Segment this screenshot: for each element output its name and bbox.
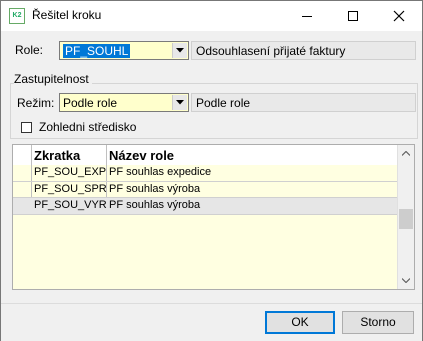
cell-nazev: PF souhlas expedice: [109, 166, 212, 178]
cell-zkratka: PF_SOU_VYR: [34, 199, 107, 211]
rezim-value: Podle role: [63, 96, 118, 110]
table-row-selected[interactable]: PF_SOU_VYR PF souhlas výroba: [13, 198, 398, 214]
cancel-button[interactable]: Storno: [342, 311, 414, 334]
close-icon: [393, 10, 405, 22]
minimize-icon: [302, 16, 312, 17]
grid-scrollbar[interactable]: [397, 145, 414, 289]
stredisko-label[interactable]: Zohledni středisko: [39, 120, 136, 134]
dialog-window: K2 Řešitel kroku Role: PF_SOUHL Odsouhla…: [0, 0, 423, 341]
roles-grid[interactable]: Zkratka Název role PF_SOU_EXP PF souhlas…: [12, 144, 415, 290]
scroll-up-icon[interactable]: [402, 151, 410, 156]
scroll-down-icon[interactable]: [402, 278, 410, 283]
maximize-button[interactable]: [330, 1, 376, 31]
role-description: Odsouhlasení přijaté faktury: [191, 41, 416, 60]
cell-nazev: PF souhlas výroba: [109, 199, 201, 211]
chevron-down-icon: [176, 100, 184, 105]
role-combo[interactable]: PF_SOUHL: [59, 41, 189, 60]
title-bar[interactable]: K2 Řešitel kroku: [1, 1, 422, 31]
app-icon: K2: [9, 8, 25, 24]
minimize-button[interactable]: [284, 1, 330, 31]
grid-header: Zkratka Název role: [13, 145, 398, 165]
stredisko-checkbox[interactable]: [21, 122, 32, 133]
cell-zkratka: PF_SOU_EXP: [34, 166, 107, 178]
rezim-description-text: Podle role: [196, 96, 251, 110]
column-header-zkratka[interactable]: Zkratka: [34, 148, 80, 163]
cell-zkratka: PF_SOU_SPR: [34, 183, 107, 195]
button-bar: OK Storno: [1, 303, 422, 341]
rezim-combo[interactable]: Podle role: [59, 93, 189, 112]
window-title: Řešitel kroku: [32, 8, 102, 22]
cell-nazev: PF souhlas výroba: [109, 183, 201, 195]
table-row[interactable]: PF_SOU_EXP PF souhlas expedice: [13, 165, 398, 181]
role-value: PF_SOUHL: [63, 44, 131, 58]
role-dropdown-button[interactable]: [172, 43, 187, 58]
column-header-nazev[interactable]: Název role: [109, 148, 174, 163]
close-button[interactable]: [376, 1, 422, 31]
chevron-down-icon: [176, 48, 184, 53]
row-divider: [13, 214, 398, 215]
maximize-icon: [348, 11, 358, 21]
rezim-label: Režim:: [17, 96, 55, 110]
rezim-dropdown-button[interactable]: [172, 95, 187, 110]
rezim-description: Podle role: [191, 93, 416, 112]
table-row[interactable]: PF_SOU_SPR PF souhlas výroba: [13, 182, 398, 198]
role-label: Role:: [15, 43, 44, 57]
zastupitelnost-label: Zastupitelnost: [14, 72, 92, 86]
ok-button[interactable]: OK: [265, 311, 335, 334]
role-description-text: Odsouhlasení přijaté faktury: [196, 44, 346, 58]
scrollbar-thumb[interactable]: [399, 209, 413, 229]
